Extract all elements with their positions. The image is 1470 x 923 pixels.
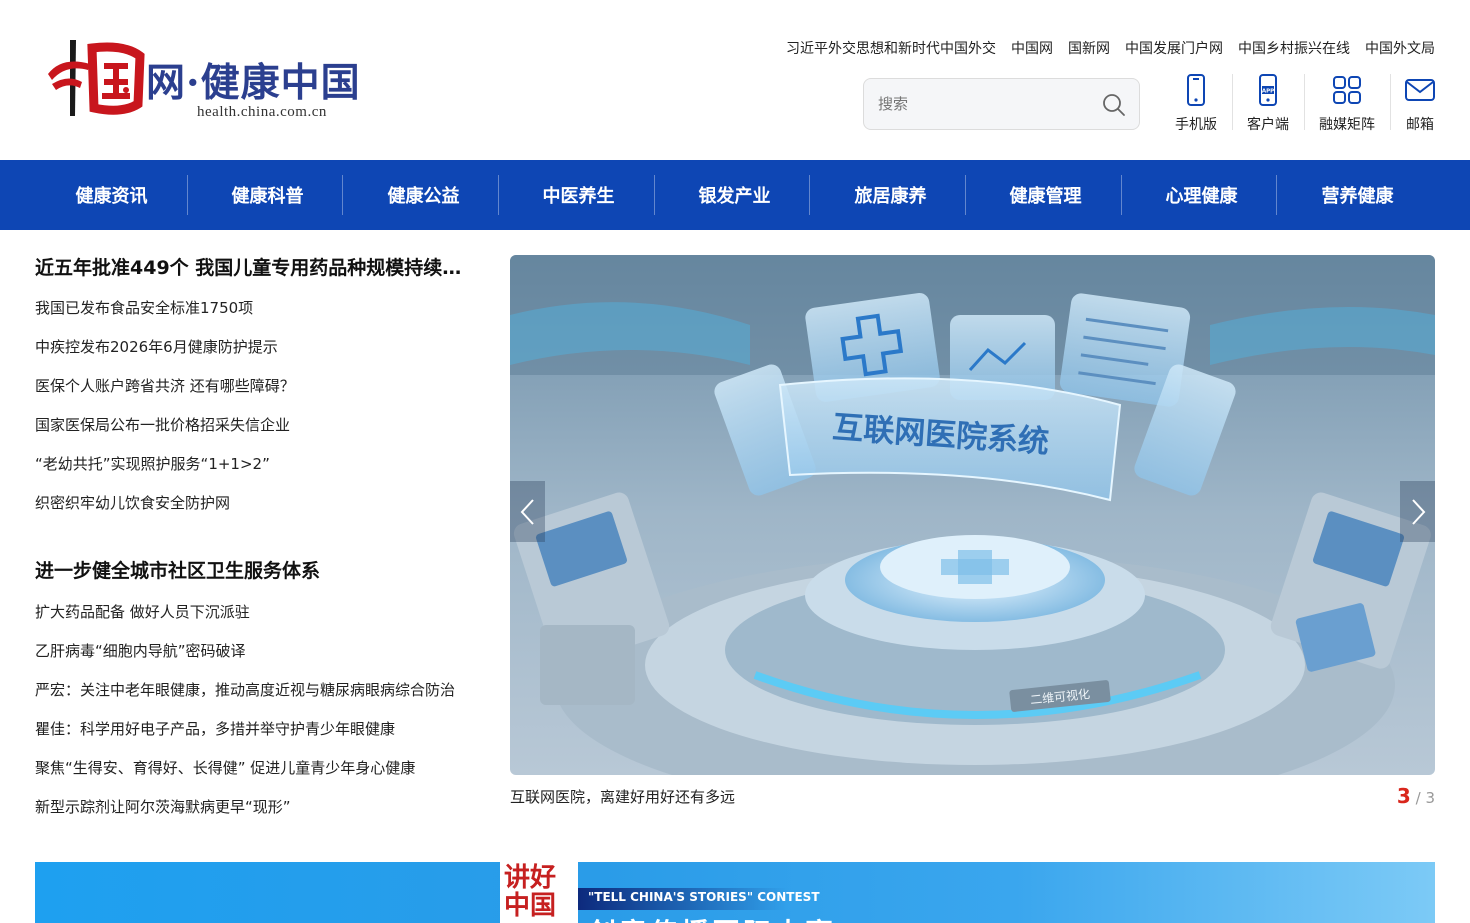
news-item[interactable]: 严宏：关注中老年眼健康，推动高度近视与糖尿病眼病综合防治 — [35, 671, 475, 710]
grid-icon — [1333, 76, 1361, 104]
nav-item-health-news[interactable]: 健康资讯 — [34, 175, 189, 215]
banner-badge-text: 讲好中国 — [504, 863, 557, 921]
banner-title: 创意传播国际大赛 — [588, 912, 836, 923]
logo-title: 网·健康中国 — [146, 60, 361, 106]
quick-link-media-matrix[interactable]: 融媒矩阵 — [1311, 74, 1383, 134]
nav-divider — [1121, 175, 1122, 215]
mail-icon — [1405, 79, 1435, 101]
search-icon[interactable] — [1101, 92, 1127, 118]
nav-item-wellness-travel[interactable]: 旅居康养 — [813, 175, 968, 215]
top-link-china-net[interactable]: 中国网 — [1011, 38, 1053, 58]
top-link-development-gateway[interactable]: 中国发展门户网 — [1125, 38, 1223, 58]
quick-link-label: 融媒矩阵 — [1319, 117, 1375, 133]
search-box — [863, 78, 1140, 130]
news-item[interactable]: 医保个人账户跨省共济 还有哪些障碍？ — [35, 367, 475, 406]
nav-divider — [965, 175, 966, 215]
contest-banner[interactable]: 讲好中国 "TELL CHINA'S STORIES" CONTEST 创意传播… — [35, 862, 1435, 923]
chevron-right-icon — [1411, 498, 1425, 525]
svg-text:APP: APP — [1262, 89, 1274, 95]
app-icon: APP — [1259, 74, 1277, 106]
main-nav: 健康资讯 健康科普 健康公益 中医养生 银发产业 旅居康养 健康管理 心理健康 … — [0, 160, 1470, 230]
nav-divider — [187, 175, 188, 215]
current-slide-number: 3 — [1396, 784, 1411, 808]
news-item[interactable]: 织密织牢幼儿饮食安全防护网 — [35, 484, 475, 523]
nav-item-silver-economy[interactable]: 银发产业 — [657, 175, 812, 215]
carousel-slide-image[interactable]: 互联网医院系统 二维可视化 — [510, 255, 1435, 775]
top-link-rural-revitalization[interactable]: 中国乡村振兴在线 — [1238, 38, 1350, 58]
china-logo-icon — [48, 40, 145, 116]
nav-divider — [498, 175, 499, 215]
quick-link-label: 邮箱 — [1406, 117, 1434, 133]
carousel-next-button[interactable] — [1400, 481, 1435, 542]
logo-subtitle: health.china.com.cn — [197, 104, 327, 120]
carousel-caption[interactable]: 互联网医院，离建好用好还有多远 — [510, 786, 735, 807]
nav-divider — [1276, 175, 1277, 215]
mobile-icon — [1187, 74, 1205, 106]
news-item[interactable]: 扩大药品配备 做好人员下沉派驻 — [35, 593, 475, 632]
search-input[interactable] — [878, 79, 1098, 129]
top-links: 习近平外交思想和新时代中国外交 中国网 国新网 中国发展门户网 中国乡村振兴在线… — [786, 38, 1435, 58]
top-link-diplomacy[interactable]: 习近平外交思想和新时代中国外交 — [786, 38, 996, 58]
news-item[interactable]: 乙肝病毒“细胞内导航”密码破译 — [35, 632, 475, 671]
nav-item-tcm[interactable]: 中医养生 — [501, 175, 656, 215]
news-item[interactable]: 瞿佳：科学用好电子产品，多措并举守护青少年眼健康 — [35, 710, 475, 749]
nav-divider — [342, 175, 343, 215]
quick-link-app[interactable]: APP 客户端 — [1232, 74, 1304, 134]
internet-hospital-illustration: 互联网医院系统 二维可视化 — [510, 255, 1435, 775]
nav-divider — [809, 175, 810, 215]
nav-item-public-welfare[interactable]: 健康公益 — [346, 175, 501, 215]
news-headline[interactable]: 进一步健全城市社区卫生服务体系 — [35, 556, 475, 586]
carousel-prev-button[interactable] — [510, 481, 545, 542]
news-item[interactable]: 中疾控发布2026年6月健康防护提示 — [35, 328, 475, 367]
quick-link-mobile[interactable]: 手机版 — [1160, 74, 1232, 134]
news-item[interactable]: 新型示踪剂让阿尔茨海默病更早“现形” — [35, 788, 475, 827]
news-item[interactable]: 国家医保局公布一批价格招采失信企业 — [35, 406, 475, 445]
news-group-1: 近五年批准449个 我国儿童专用药品种规模持续扩大 我国已发布食品安全标准175… — [35, 253, 475, 523]
news-item[interactable]: 聚焦“生得安、育得好、长得健” 促进儿童青少年身心健康 — [35, 749, 475, 788]
nav-divider — [654, 175, 655, 215]
banner-ribbon-text: "TELL CHINA'S STORIES" CONTEST — [588, 890, 820, 904]
news-item[interactable]: 我国已发布食品安全标准1750项 — [35, 289, 475, 328]
quick-link-label: 客户端 — [1247, 117, 1289, 133]
banner-badge: 讲好中国 — [500, 862, 578, 923]
quick-link-mail[interactable]: 邮箱 — [1384, 74, 1456, 134]
top-link-scio[interactable]: 国新网 — [1068, 38, 1110, 58]
divider — [1304, 74, 1305, 130]
total-slide-count: / 3 — [1415, 789, 1435, 807]
news-headline[interactable]: 近五年批准449个 我国儿童专用药品种规模持续扩大 — [35, 253, 475, 283]
news-item[interactable]: “老幼共托”实现照护服务“1+1>2” — [35, 445, 475, 484]
chevron-left-icon — [520, 498, 534, 525]
nav-item-mental-health[interactable]: 心理健康 — [1124, 175, 1279, 215]
quick-link-label: 手机版 — [1175, 117, 1217, 133]
site-logo[interactable]: 网·健康中国 health.china.com.cn — [42, 30, 372, 126]
nav-item-health-management[interactable]: 健康管理 — [968, 175, 1123, 215]
carousel-pager: 3 / 3 — [1397, 784, 1435, 808]
nav-item-health-science[interactable]: 健康科普 — [190, 175, 345, 215]
news-group-2: 进一步健全城市社区卫生服务体系 扩大药品配备 做好人员下沉派驻 乙肝病毒“细胞内… — [35, 556, 475, 827]
nav-item-nutrition[interactable]: 营养健康 — [1280, 175, 1435, 215]
top-link-cipg[interactable]: 中国外文局 — [1365, 38, 1435, 58]
